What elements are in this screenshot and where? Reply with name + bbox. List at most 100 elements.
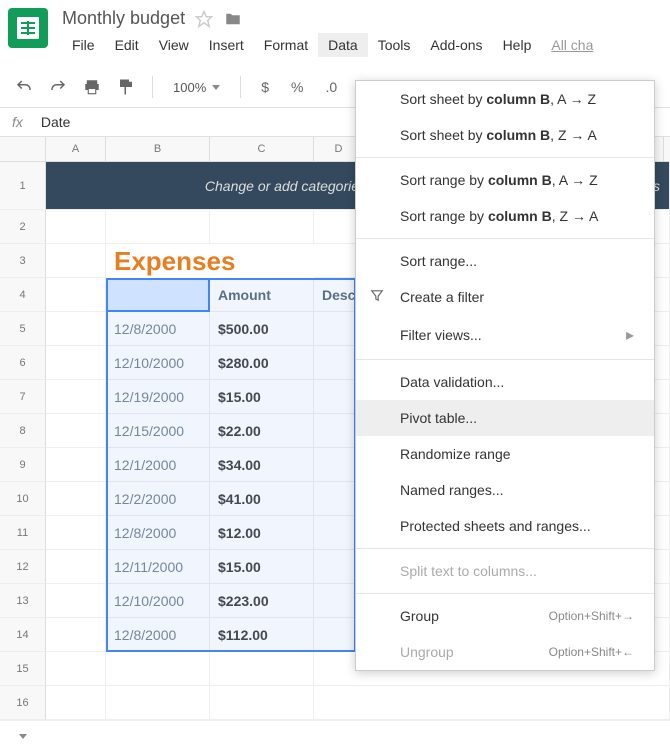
date-cell[interactable]: 12/2/2000 [106,482,210,516]
row-header[interactable]: 13 [0,584,46,618]
zoom-select[interactable]: 100% [167,80,226,95]
amount-cell[interactable]: $112.00 [210,618,314,652]
menu-data[interactable]: Data [318,33,368,57]
table-header-date[interactable]: Date [106,278,210,312]
menu-all-changes[interactable]: All cha [541,33,603,57]
row-header[interactable]: 8 [0,414,46,448]
amount-cell[interactable]: $280.00 [210,346,314,380]
menu-tools[interactable]: Tools [368,33,421,57]
date-cell[interactable]: 12/15/2000 [106,414,210,448]
cell[interactable] [46,346,106,380]
menu-randomize[interactable]: Randomize range [356,436,654,472]
row-header[interactable]: 2 [0,210,46,244]
amount-cell[interactable]: $41.00 [210,482,314,516]
row-header[interactable]: 7 [0,380,46,414]
cell[interactable] [106,210,210,244]
amount-cell[interactable]: $15.00 [210,380,314,414]
cell[interactable] [106,686,210,720]
menu-sort-sheet-az[interactable]: Sort sheet by column B, A → Z [356,81,654,117]
cell[interactable] [46,618,106,652]
date-cell[interactable]: 12/8/2000 [106,516,210,550]
cell[interactable] [46,516,106,550]
cell[interactable] [106,652,210,686]
cell[interactable] [46,584,106,618]
menu-group[interactable]: GroupOption+Shift+→ [356,598,654,634]
col-header-B[interactable]: B [106,137,210,161]
menu-file[interactable]: File [62,33,105,57]
menu-create-filter[interactable]: Create a filter [356,279,654,315]
cell[interactable] [210,652,314,686]
doc-title[interactable]: Monthly budget [62,8,185,29]
cell[interactable] [46,244,106,278]
cell[interactable] [46,210,106,244]
date-cell[interactable]: 12/11/2000 [106,550,210,584]
date-cell[interactable]: 12/1/2000 [106,448,210,482]
format-decimal-button[interactable]: .0 [320,79,344,95]
row-header[interactable]: 6 [0,346,46,380]
menu-sort-range-za[interactable]: Sort range by column B, Z → A [356,198,654,234]
sheet-menu-caret[interactable] [0,721,46,751]
row-header[interactable]: 1 [0,162,46,210]
row-header[interactable]: 14 [0,618,46,652]
format-currency-button[interactable]: $ [255,79,275,95]
menu-help[interactable]: Help [493,33,542,57]
print-button[interactable] [80,75,104,99]
date-cell[interactable]: 12/10/2000 [106,584,210,618]
row-header[interactable]: 3 [0,244,46,278]
menu-addons[interactable]: Add-ons [420,33,492,57]
amount-cell[interactable]: $22.00 [210,414,314,448]
amount-cell[interactable]: $12.00 [210,516,314,550]
menu-sort-range[interactable]: Sort range... [356,243,654,279]
cell[interactable] [46,380,106,414]
amount-cell[interactable]: $500.00 [210,312,314,346]
menu-view[interactable]: View [149,33,199,57]
amount-cell[interactable]: $34.00 [210,448,314,482]
redo-button[interactable] [46,75,70,99]
date-cell[interactable]: 12/8/2000 [106,618,210,652]
cell[interactable] [46,312,106,346]
cell[interactable] [46,652,106,686]
col-header-A[interactable]: A [46,137,106,161]
cell[interactable] [46,686,106,720]
row-header[interactable]: 5 [0,312,46,346]
expenses-heading[interactable]: Expenses [106,244,210,278]
row-header[interactable]: 11 [0,516,46,550]
row-header[interactable]: 12 [0,550,46,584]
menu-insert[interactable]: Insert [199,33,254,57]
row-header[interactable]: 9 [0,448,46,482]
menu-pivot-table[interactable]: Pivot table... [356,400,654,436]
date-cell[interactable]: 12/19/2000 [106,380,210,414]
menu-filter-views[interactable]: Filter views...▸ [356,315,654,355]
cell[interactable] [46,414,106,448]
undo-button[interactable] [12,75,36,99]
format-percent-button[interactable]: % [285,79,309,95]
amount-cell[interactable]: $15.00 [210,550,314,584]
formula-input[interactable]: Date [41,114,71,130]
menu-format[interactable]: Format [254,33,318,57]
menu-sort-sheet-za[interactable]: Sort sheet by column B, Z → A [356,117,654,153]
cell[interactable] [210,686,314,720]
row-header[interactable]: 16 [0,686,46,720]
cell[interactable] [210,244,314,278]
menu-named-ranges[interactable]: Named ranges... [356,472,654,508]
star-icon[interactable] [195,10,213,28]
menu-edit[interactable]: Edit [105,33,149,57]
cell[interactable] [46,278,106,312]
date-cell[interactable]: 12/10/2000 [106,346,210,380]
menu-protected-sheets[interactable]: Protected sheets and ranges... [356,508,654,544]
row-header[interactable]: 4 [0,278,46,312]
menu-data-validation[interactable]: Data validation... [356,364,654,400]
cell[interactable] [46,448,106,482]
date-cell[interactable]: 12/8/2000 [106,312,210,346]
menu-sort-range-az[interactable]: Sort range by column B, A → Z [356,162,654,198]
row-header[interactable]: 10 [0,482,46,516]
row-header[interactable]: 15 [0,652,46,686]
sheets-app-icon[interactable] [8,8,48,48]
table-header-amount[interactable]: Amount [210,278,314,312]
folder-icon[interactable] [223,10,243,28]
col-header-C[interactable]: C [210,137,314,161]
cell[interactable] [314,686,670,720]
cell[interactable] [46,550,106,584]
cell[interactable] [210,210,314,244]
cell[interactable] [46,482,106,516]
